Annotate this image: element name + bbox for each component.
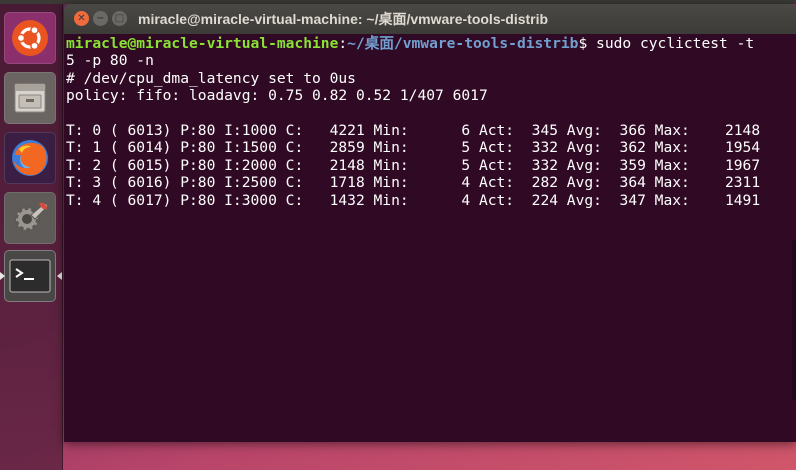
scrollbar[interactable]: [792, 240, 796, 400]
ubuntu-icon: [12, 20, 48, 56]
command-text-wrap: 5 -p 80 -n: [66, 52, 154, 70]
prompt-symbol: $: [578, 35, 588, 52]
thread-row: T: 4 ( 6017) P:80 I:3000 C: 1432 Min: 4 …: [66, 191, 761, 209]
close-icon[interactable]: ✕: [74, 11, 89, 26]
output-line: policy: fifo: loadavg: 0.75 0.82 0.52 1/…: [66, 87, 488, 105]
settings-icon: [14, 202, 49, 232]
window-title: miracle@miracle-virtual-machine: ~/桌面/vm…: [138, 11, 549, 27]
thread-row: T: 1 ( 6014) P:80 I:1500 C: 2859 Min: 5 …: [66, 139, 761, 157]
launcher: [0, 4, 63, 470]
minimize-icon[interactable]: −: [93, 11, 108, 26]
thread-row: T: 0 ( 6013) P:80 I:1000 C: 4221 Min: 6 …: [66, 122, 761, 140]
terminal-output: miracle@miracle-virtual-machine:~/桌面/vmw…: [66, 35, 760, 209]
firefox-icon: [12, 140, 48, 176]
maximize-icon[interactable]: □: [112, 11, 127, 26]
launcher-item-terminal[interactable]: [4, 250, 56, 302]
files-icon: [14, 83, 46, 113]
prompt-colon: :: [338, 35, 348, 52]
window-titlebar[interactable]: ✕ − □ miracle@miracle-virtual-machine: ~…: [64, 4, 796, 34]
prompt-path: ~/桌面/vmware-tools-distrib: [347, 35, 579, 52]
output-line: # /dev/cpu_dma_latency set to 0us: [66, 69, 356, 87]
thread-row: T: 3 ( 6016) P:80 I:2500 C: 1718 Min: 4 …: [66, 174, 761, 192]
launcher-item-settings[interactable]: [4, 192, 56, 244]
thread-row: T: 2 ( 6015) P:80 I:2000 C: 2148 Min: 5 …: [66, 156, 761, 174]
terminal-icon: [9, 259, 51, 293]
focus-indicator: [57, 272, 62, 280]
running-indicator: [0, 272, 5, 280]
terminal-window: ✕ − □ miracle@miracle-virtual-machine: ~…: [64, 4, 796, 442]
command-text: sudo cyclictest -t: [587, 35, 755, 52]
terminal-area[interactable]: miracle@miracle-virtual-machine:~/桌面/vmw…: [64, 34, 796, 442]
launcher-item-firefox[interactable]: [4, 132, 56, 184]
launcher-item-files[interactable]: [4, 72, 56, 124]
launcher-item-dash[interactable]: [4, 12, 56, 64]
prompt-user-host: miracle@miracle-virtual-machine: [66, 35, 339, 52]
